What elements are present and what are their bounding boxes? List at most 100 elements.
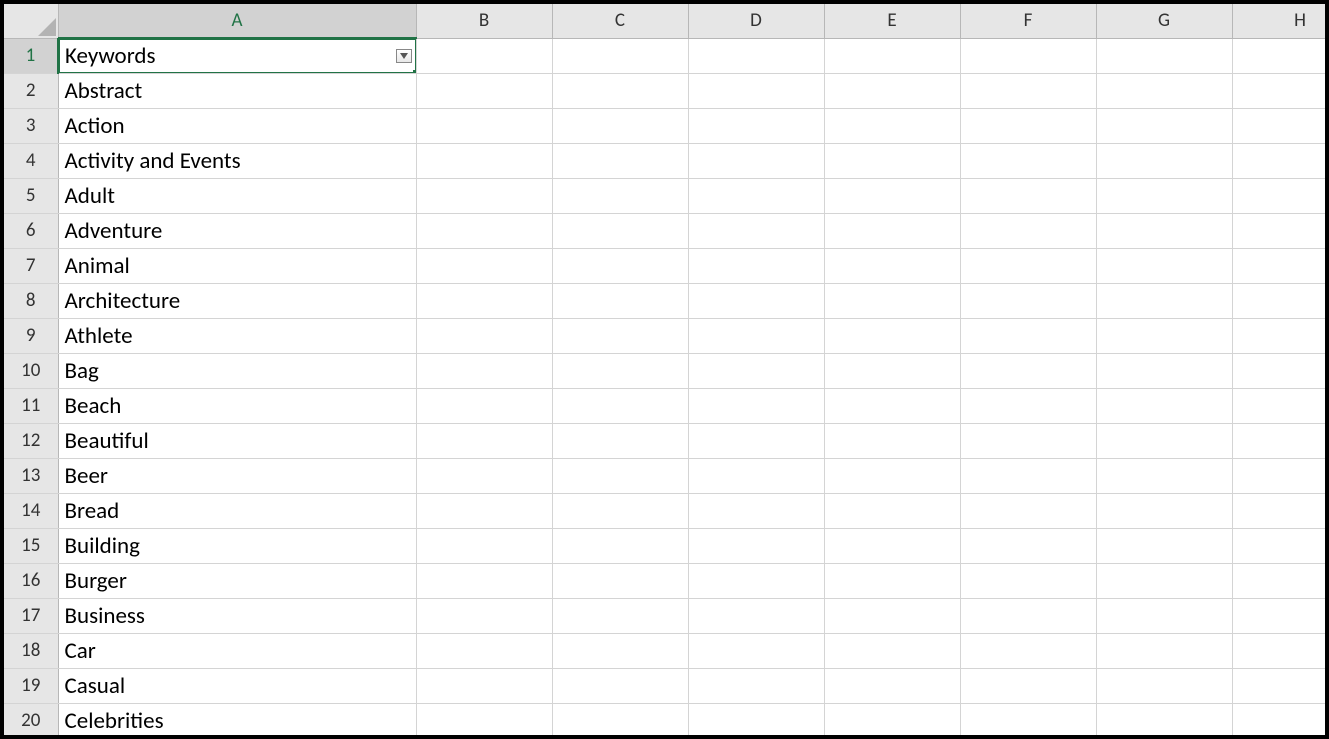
cell-G3[interactable]	[1096, 108, 1232, 143]
cell-C5[interactable]	[552, 178, 688, 213]
row-header-16[interactable]: 16	[4, 563, 58, 598]
row-header-7[interactable]: 7	[4, 248, 58, 283]
cell-F10[interactable]	[960, 353, 1096, 388]
row-header-9[interactable]: 9	[4, 318, 58, 353]
cell-A3[interactable]: Action	[58, 108, 416, 143]
cell-E18[interactable]	[824, 633, 960, 668]
cell-E17[interactable]	[824, 598, 960, 633]
cell-F20[interactable]	[960, 703, 1096, 738]
cell-F12[interactable]	[960, 423, 1096, 458]
cell-B5[interactable]	[416, 178, 552, 213]
cell-E9[interactable]	[824, 318, 960, 353]
cell-B9[interactable]	[416, 318, 552, 353]
cell-G13[interactable]	[1096, 458, 1232, 493]
cell-F4[interactable]	[960, 143, 1096, 178]
row-header-8[interactable]: 8	[4, 283, 58, 318]
cell-C6[interactable]	[552, 213, 688, 248]
cell-E5[interactable]	[824, 178, 960, 213]
cell-H13[interactable]	[1232, 458, 1329, 493]
column-header-B[interactable]: B	[416, 4, 552, 38]
cell-G16[interactable]	[1096, 563, 1232, 598]
cell-F5[interactable]	[960, 178, 1096, 213]
cell-E11[interactable]	[824, 388, 960, 423]
cell-F2[interactable]	[960, 73, 1096, 108]
cell-C17[interactable]	[552, 598, 688, 633]
cell-D8[interactable]	[688, 283, 824, 318]
cell-D9[interactable]	[688, 318, 824, 353]
cell-E8[interactable]	[824, 283, 960, 318]
cell-D10[interactable]	[688, 353, 824, 388]
cell-C13[interactable]	[552, 458, 688, 493]
row-header-6[interactable]: 6	[4, 213, 58, 248]
cell-H8[interactable]	[1232, 283, 1329, 318]
cell-A7[interactable]: Animal	[58, 248, 416, 283]
cell-E2[interactable]	[824, 73, 960, 108]
cell-E14[interactable]	[824, 493, 960, 528]
cell-D17[interactable]	[688, 598, 824, 633]
cell-F15[interactable]	[960, 528, 1096, 563]
cell-D7[interactable]	[688, 248, 824, 283]
cell-F16[interactable]	[960, 563, 1096, 598]
cell-B6[interactable]	[416, 213, 552, 248]
cell-B17[interactable]	[416, 598, 552, 633]
cell-F13[interactable]	[960, 458, 1096, 493]
cell-C18[interactable]	[552, 633, 688, 668]
filter-dropdown-button[interactable]	[396, 49, 412, 63]
cell-A17[interactable]: Business	[58, 598, 416, 633]
cell-H2[interactable]	[1232, 73, 1329, 108]
cell-E19[interactable]	[824, 668, 960, 703]
cell-H3[interactable]	[1232, 108, 1329, 143]
cell-B10[interactable]	[416, 353, 552, 388]
cell-F18[interactable]	[960, 633, 1096, 668]
cell-E7[interactable]	[824, 248, 960, 283]
cell-D1[interactable]	[688, 38, 824, 73]
row-header-20[interactable]: 20	[4, 703, 58, 738]
cell-G11[interactable]	[1096, 388, 1232, 423]
cell-A13[interactable]: Beer	[58, 458, 416, 493]
cell-C8[interactable]	[552, 283, 688, 318]
cell-G7[interactable]	[1096, 248, 1232, 283]
cell-A6[interactable]: Adventure	[58, 213, 416, 248]
cell-F3[interactable]	[960, 108, 1096, 143]
cell-D3[interactable]	[688, 108, 824, 143]
cell-G17[interactable]	[1096, 598, 1232, 633]
cell-G20[interactable]	[1096, 703, 1232, 738]
cell-F17[interactable]	[960, 598, 1096, 633]
cell-B19[interactable]	[416, 668, 552, 703]
cell-E12[interactable]	[824, 423, 960, 458]
cell-G1[interactable]	[1096, 38, 1232, 73]
cell-H20[interactable]	[1232, 703, 1329, 738]
cell-A1[interactable]: Keywords	[58, 38, 416, 73]
cell-F14[interactable]	[960, 493, 1096, 528]
cell-C9[interactable]	[552, 318, 688, 353]
cell-D13[interactable]	[688, 458, 824, 493]
cell-B11[interactable]	[416, 388, 552, 423]
cell-C19[interactable]	[552, 668, 688, 703]
row-header-4[interactable]: 4	[4, 143, 58, 178]
cell-G15[interactable]	[1096, 528, 1232, 563]
cell-A14[interactable]: Bread	[58, 493, 416, 528]
cell-B1[interactable]	[416, 38, 552, 73]
cell-H4[interactable]	[1232, 143, 1329, 178]
cell-E3[interactable]	[824, 108, 960, 143]
column-header-G[interactable]: G	[1096, 4, 1232, 38]
cell-E16[interactable]	[824, 563, 960, 598]
cell-B3[interactable]	[416, 108, 552, 143]
cell-A20[interactable]: Celebrities	[58, 703, 416, 738]
cell-D6[interactable]	[688, 213, 824, 248]
cell-H17[interactable]	[1232, 598, 1329, 633]
cell-C12[interactable]	[552, 423, 688, 458]
cell-F8[interactable]	[960, 283, 1096, 318]
cell-B20[interactable]	[416, 703, 552, 738]
cell-H9[interactable]	[1232, 318, 1329, 353]
cell-B16[interactable]	[416, 563, 552, 598]
cell-A9[interactable]: Athlete	[58, 318, 416, 353]
cell-G10[interactable]	[1096, 353, 1232, 388]
cell-G4[interactable]	[1096, 143, 1232, 178]
cell-G5[interactable]	[1096, 178, 1232, 213]
cell-H10[interactable]	[1232, 353, 1329, 388]
cell-E1[interactable]	[824, 38, 960, 73]
cell-E20[interactable]	[824, 703, 960, 738]
cell-B14[interactable]	[416, 493, 552, 528]
cell-B2[interactable]	[416, 73, 552, 108]
